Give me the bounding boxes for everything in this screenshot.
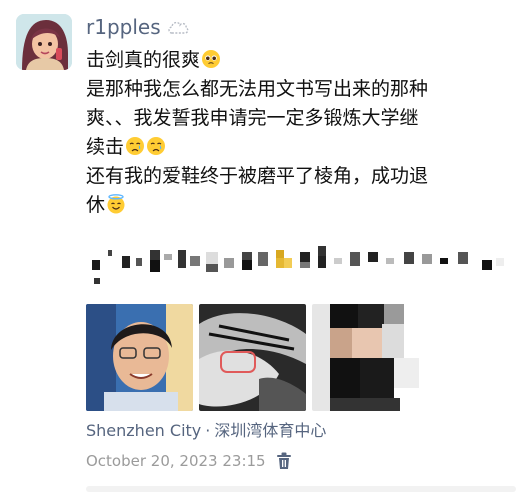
trash-icon[interactable] <box>276 452 292 470</box>
crying-face-emoji-icon-2 <box>147 137 166 155</box>
selfie-photo-image <box>86 304 193 411</box>
pixelated-censored-text <box>92 246 504 284</box>
post-line-3: 爽、、我发誓我申请完一定多锻炼大学继 <box>86 107 419 129</box>
post-line-6: 休 <box>86 191 516 220</box>
post-line-4: 续击 <box>86 133 516 162</box>
worn-shoe-photo-image <box>199 304 306 411</box>
location-separator: · <box>205 421 211 440</box>
username-text[interactable]: r1pples <box>86 14 161 40</box>
moments-post: r1pples 击剑真的很爽 是那种我怎么都无法用文书写出来的那种 爽、、我发誓… <box>0 0 530 492</box>
photo-worn-shoe[interactable] <box>199 304 306 411</box>
avatar[interactable] <box>16 14 72 70</box>
blurred-person-photo-image <box>312 304 419 411</box>
cloud-status-icon <box>167 21 189 34</box>
post-line-4-text: 续击 <box>86 136 125 158</box>
cartoon-avatar-icon <box>16 14 72 70</box>
photo-blurred-person[interactable] <box>312 304 419 411</box>
comments-area-divider <box>86 486 516 492</box>
pleading-face-emoji-icon <box>202 50 221 68</box>
photo-selfie[interactable] <box>86 304 193 411</box>
timestamp-row: October 20, 2023 23:15 <box>86 450 292 472</box>
username[interactable]: r1pples <box>86 14 189 40</box>
post-line-5: 还有我的爱鞋终于被磨平了棱角，成功退 <box>86 165 429 187</box>
crying-face-emoji-icon <box>126 137 145 155</box>
location-city[interactable]: Shenzhen City <box>86 421 201 440</box>
post-line-1: 击剑真的很爽 <box>86 46 516 75</box>
post-line-2: 是那种我怎么都无法用文书写出来的那种 <box>86 78 429 100</box>
location-link[interactable]: Shenzhen City · 深圳湾体育中心 <box>86 420 326 442</box>
post-timestamp: October 20, 2023 23:15 <box>86 452 266 470</box>
smiling-face-with-halo-emoji-icon <box>107 194 125 214</box>
location-venue[interactable]: 深圳湾体育中心 <box>214 421 326 440</box>
post-line-6-text: 休 <box>86 194 106 216</box>
post-line-1-text: 击剑真的很爽 <box>86 49 201 71</box>
post-text: 击剑真的很爽 是那种我怎么都无法用文书写出来的那种 爽、、我发誓我申请完一定多锻… <box>86 46 516 220</box>
